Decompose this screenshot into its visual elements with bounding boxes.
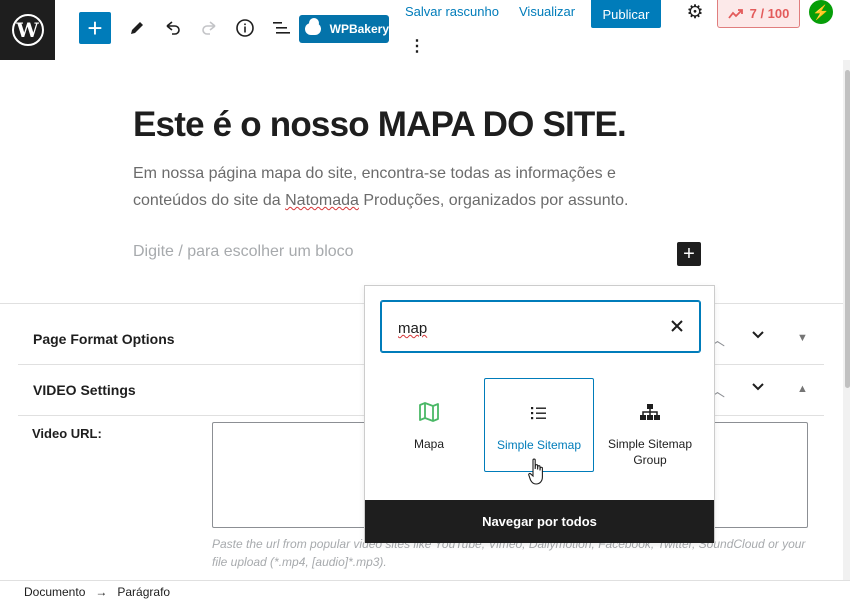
misspelled-word: Natomada — [285, 192, 359, 209]
settings-button[interactable]: ⚙ — [683, 0, 707, 24]
score-icon — [727, 8, 743, 19]
jetpack-icon: ⚡ — [812, 3, 830, 20]
editor-top-bar: W + WPBakery ⋮ Salvar rascunho Visualiza… — [0, 0, 850, 60]
block-item-label: Mapa — [413, 437, 445, 451]
clear-search-button[interactable] — [671, 316, 683, 337]
wpbakery-label: WPBakery — [329, 22, 389, 36]
sitemap-icon — [639, 400, 661, 424]
redo-button[interactable] — [195, 14, 223, 42]
block-inserter-toggle[interactable]: + — [79, 12, 111, 44]
panel-title: Page Format Options — [33, 331, 175, 347]
undo-icon — [166, 21, 180, 35]
chevron-down-icon[interactable] — [751, 379, 765, 397]
plus-icon: + — [87, 13, 103, 43]
video-url-label: Video URL: — [32, 426, 102, 441]
wordpress-logo-button[interactable]: W — [0, 0, 55, 60]
block-inserter-popover: map Mapa Simple Sitemap Simple Sitemap G… — [364, 285, 715, 543]
redo-icon — [202, 21, 216, 35]
scrollbar-thumb[interactable] — [845, 70, 850, 388]
gear-icon: ⚙ — [686, 1, 704, 23]
wordpress-icon: W — [11, 14, 44, 46]
breadcrumb-separator: → — [95, 585, 108, 599]
undo-button[interactable] — [159, 14, 187, 42]
block-item-simple-sitemap-group[interactable]: Simple Sitemap Group — [595, 378, 705, 472]
pencil-icon — [131, 22, 143, 34]
cloud-icon — [305, 18, 321, 35]
browse-all-button[interactable]: Navegar por todos — [365, 500, 714, 543]
info-icon — [236, 19, 254, 37]
chevron-down-icon[interactable] — [751, 327, 765, 345]
block-item-mapa[interactable]: Mapa — [374, 378, 484, 472]
details-button[interactable] — [231, 14, 259, 42]
plus-icon: + — [683, 242, 695, 265]
block-search-input[interactable]: map — [381, 301, 700, 352]
block-item-label: Simple Sitemap — [496, 438, 582, 452]
seo-score-button[interactable]: 7 / 100 — [717, 0, 800, 28]
list-icon — [530, 401, 548, 425]
list-view-button[interactable] — [267, 14, 295, 42]
hand-cursor-icon — [528, 458, 543, 485]
block-item-label: Simple Sitemap Group — [607, 437, 693, 467]
list-view-icon — [273, 22, 290, 34]
kebab-icon: ⋮ — [409, 38, 425, 55]
toggle-panel-icon[interactable]: ▲ — [797, 383, 808, 395]
more-options-button[interactable]: ⋮ — [409, 36, 425, 56]
seo-score-label: 7 / 100 — [749, 6, 790, 21]
post-title[interactable]: Este é o nosso MAPA DO SITE. — [133, 105, 627, 145]
paragraph-text-end: Produções, organizados por assunto. — [358, 192, 629, 209]
wpbakery-button[interactable]: WPBakery — [299, 15, 389, 43]
close-icon — [671, 320, 683, 332]
post-paragraph[interactable]: Em nossa página mapa do site, encontra-s… — [133, 160, 693, 214]
breadcrumb-document[interactable]: Documento — [24, 585, 85, 599]
add-block-button[interactable]: + — [677, 242, 701, 266]
breadcrumb-paragraph[interactable]: Parágrafo — [117, 585, 170, 599]
map-icon — [418, 400, 440, 424]
publish-button[interactable]: Publicar — [591, 0, 661, 28]
block-breadcrumb: Documento → Parágrafo — [0, 580, 850, 603]
preview-button[interactable]: Visualizar — [519, 4, 575, 19]
toggle-panel-icon[interactable]: ▼ — [797, 332, 808, 344]
panel-title: VIDEO Settings — [33, 382, 136, 398]
save-draft-button[interactable]: Salvar rascunho — [405, 4, 499, 19]
jetpack-button[interactable]: ⚡ — [809, 0, 833, 24]
search-input-value: map — [398, 320, 428, 337]
tools-button[interactable] — [123, 14, 151, 42]
block-placeholder[interactable]: Digite / para escolher um bloco — [133, 243, 354, 261]
